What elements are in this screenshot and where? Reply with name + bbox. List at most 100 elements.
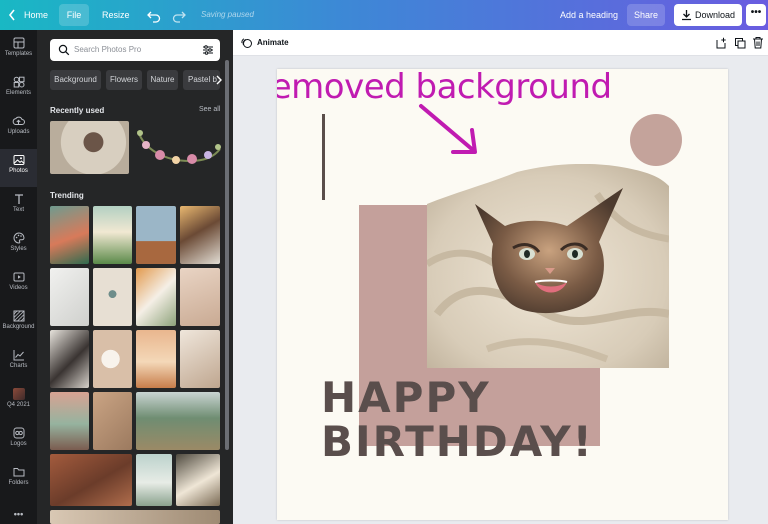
- filter-icon[interactable]: [202, 44, 214, 56]
- share-button[interactable]: Share: [627, 4, 665, 26]
- sidebar-item-label: Photos: [9, 168, 28, 174]
- search-input[interactable]: Search Photos Pro: [74, 39, 141, 61]
- sidebar-item-background[interactable]: Background: [0, 305, 37, 343]
- sidebar-item-folders[interactable]: Folders: [0, 461, 37, 499]
- search-box[interactable]: Search Photos Pro: [50, 39, 220, 61]
- photos-icon: [13, 155, 24, 165]
- sidebar-item-label: Videos: [9, 285, 28, 291]
- photo-thumbnail[interactable]: [180, 268, 220, 326]
- sidebar-item-label: Text: [12, 207, 24, 213]
- sidebar-item-label: Templates: [4, 51, 33, 57]
- sidebar-item-label: Charts: [9, 363, 28, 369]
- recent-photo-kitten[interactable]: [50, 121, 129, 174]
- sidebar-item-label: Uploads: [7, 129, 30, 135]
- see-all-link[interactable]: See all: [199, 106, 220, 113]
- more-options-button[interactable]: •••: [746, 4, 766, 26]
- photo-thumbnail[interactable]: [180, 206, 220, 264]
- sidebar-item-label: Styles: [10, 246, 27, 252]
- design-page[interactable]: removed background HAPPY BIRTHDAY!: [277, 69, 728, 520]
- chip-nature[interactable]: Nature: [147, 70, 178, 90]
- photos-panel: Search Photos Pro Background Flowers Nat…: [37, 30, 233, 524]
- birthday-heading[interactable]: HAPPY BIRTHDAY!: [321, 376, 594, 464]
- chip-background[interactable]: Background: [50, 70, 101, 90]
- sidebar-item-templates[interactable]: Templates: [0, 32, 37, 70]
- trash-icon[interactable]: [752, 36, 764, 49]
- photo-thumbnail[interactable]: [50, 268, 89, 326]
- styles-icon: [13, 232, 25, 244]
- heading-line-1: HAPPY: [321, 373, 491, 422]
- photo-thumbnail[interactable]: [93, 392, 132, 450]
- search-icon: [58, 44, 70, 56]
- chevron-right-icon[interactable]: [215, 75, 222, 85]
- sidebar-item-uploads[interactable]: Uploads: [0, 110, 37, 148]
- videos-icon: [13, 272, 24, 282]
- photo-thumbnail[interactable]: [176, 454, 220, 506]
- photo-thumbnail[interactable]: [50, 454, 132, 506]
- add-heading-title[interactable]: Add a heading: [560, 0, 618, 30]
- photo-thumbnail[interactable]: [50, 510, 220, 524]
- recently-used-title: Recently used: [50, 106, 105, 115]
- sidebar-item-elements[interactable]: Elements: [0, 71, 37, 109]
- download-label: Download: [695, 10, 736, 20]
- photo-thumbnail[interactable]: [93, 268, 132, 326]
- elements-icon: [13, 76, 24, 88]
- file-menu-button[interactable]: File: [59, 4, 89, 26]
- add-page-icon[interactable]: [715, 37, 727, 49]
- charts-icon: [13, 350, 24, 361]
- sidebar-item-label: Logos: [10, 441, 27, 447]
- photo-thumbnail[interactable]: [136, 206, 176, 264]
- sidebar-item-logos[interactable]: Logos: [0, 422, 37, 460]
- editor-toolbar: Animate: [233, 30, 768, 56]
- left-rail: Templates Elements Uploads Photos Text S…: [0, 30, 37, 524]
- undo-icon[interactable]: [147, 0, 161, 30]
- logos-icon: [13, 427, 24, 439]
- photo-thumbnail[interactable]: [136, 268, 176, 326]
- panel-scrollbar[interactable]: [225, 60, 229, 450]
- sidebar-item-photos[interactable]: Photos: [0, 149, 37, 187]
- resize-button[interactable]: Resize: [102, 0, 130, 30]
- kitten-photo[interactable]: [427, 164, 669, 368]
- download-button[interactable]: Download: [674, 4, 742, 26]
- folders-icon: [13, 468, 24, 477]
- folder-thumbnail: [12, 388, 25, 400]
- sidebar-item-label: Elements: [5, 90, 31, 96]
- photo-thumbnail[interactable]: [50, 330, 89, 388]
- templates-icon: [13, 37, 24, 49]
- text-icon: [14, 194, 23, 204]
- recent-photo-floral[interactable]: [134, 123, 222, 173]
- photo-thumbnail[interactable]: [93, 330, 132, 388]
- photo-thumbnail[interactable]: [136, 454, 172, 506]
- sidebar-more-button[interactable]: •••: [0, 504, 37, 524]
- heading-line-2: BIRTHDAY!: [321, 417, 594, 466]
- sidebar-item-label: Background: [2, 324, 35, 330]
- trending-title: Trending: [50, 191, 84, 200]
- photo-thumbnail[interactable]: [180, 330, 220, 388]
- sidebar-item-styles[interactable]: Styles: [0, 227, 37, 265]
- sidebar-item-q4-2021[interactable]: Q4 2021: [0, 383, 37, 421]
- sidebar-item-text[interactable]: Text: [0, 188, 37, 226]
- saving-status: Saving paused: [201, 10, 254, 19]
- chip-flowers[interactable]: Flowers: [106, 70, 142, 90]
- photo-thumbnail[interactable]: [50, 392, 89, 450]
- sidebar-item-charts[interactable]: Charts: [0, 344, 37, 382]
- sidebar-item-label: Folders: [8, 480, 29, 486]
- photo-thumbnail[interactable]: [93, 206, 132, 264]
- rose-circle[interactable]: [630, 114, 682, 166]
- photo-thumbnail[interactable]: [50, 206, 89, 264]
- animate-icon[interactable]: [241, 37, 253, 49]
- animate-button[interactable]: Animate: [257, 30, 289, 56]
- download-icon: [682, 10, 691, 21]
- sidebar-item-label: Q4 2021: [6, 402, 31, 408]
- home-button[interactable]: Home: [24, 0, 48, 30]
- uploads-icon: [12, 116, 25, 125]
- photo-thumbnail[interactable]: [136, 330, 176, 388]
- arrow-icon[interactable]: [417, 102, 487, 160]
- background-icon: [13, 310, 24, 322]
- back-chevron-icon[interactable]: [8, 0, 16, 30]
- redo-icon[interactable]: [172, 0, 186, 30]
- photo-thumbnail[interactable]: [136, 392, 220, 450]
- top-bar: Home File Resize Saving paused Add a hea…: [0, 0, 768, 30]
- sidebar-item-videos[interactable]: Videos: [0, 266, 37, 304]
- duplicate-page-icon[interactable]: [734, 37, 746, 49]
- vertical-line[interactable]: [322, 114, 325, 200]
